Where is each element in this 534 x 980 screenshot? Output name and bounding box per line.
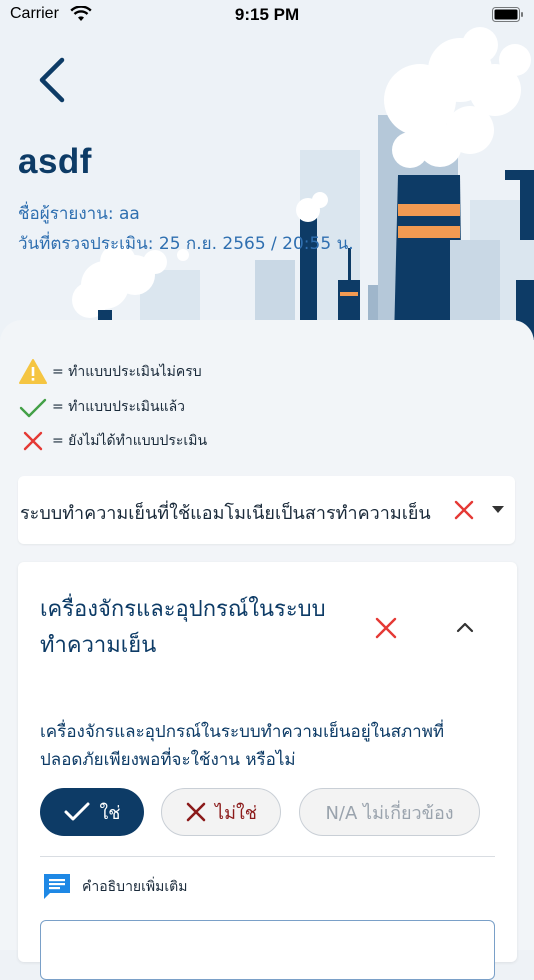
check-icon — [19, 398, 47, 418]
legend-done: = ทำแบบประเมินแล้ว — [18, 393, 185, 421]
clock: 9:15 PM — [234, 5, 300, 24]
answer-yes-button[interactable]: ใช่ — [40, 788, 144, 836]
comment-icon — [44, 874, 70, 899]
note-label: คำอธิบายเพิ่มเติม — [82, 879, 188, 895]
question-text: เครื่องจักรและอุปกรณ์ในระบบทำความเย็นอยู… — [40, 722, 445, 770]
chevron-up-icon[interactable] — [455, 620, 475, 634]
legend-incomplete: = ทำแบบประเมินไม่ครบ — [18, 358, 202, 386]
answer-na-label: N/A ไม่เกี่ยวข้อง — [325, 802, 454, 824]
section-title[interactable]: เครื่องจักรและอุปกรณ์ในระบบทำความเย็น — [40, 592, 360, 664]
cross-icon — [23, 431, 43, 451]
category-selected: ระบบทำความเย็นที่ใช้แอมโมเนียเป็นสารทำคว… — [20, 503, 431, 524]
legend-incomplete-label: = ทำแบบประเมินไม่ครบ — [52, 364, 202, 380]
answer-no-label: ไม่ใช่ — [215, 802, 257, 824]
answer-yes-label: ใช่ — [99, 802, 121, 824]
status-cross-icon — [454, 500, 474, 520]
warning-triangle-icon — [19, 359, 47, 384]
status-bar: Carrier 9:15 PM — [0, 0, 534, 30]
legend-done-label: = ทำแบบประเมินแล้ว — [52, 399, 186, 415]
note-textarea[interactable] — [40, 920, 495, 980]
section-card: เครื่องจักรและอุปกรณ์ในระบบทำความเย็น เค… — [18, 562, 517, 980]
check-icon — [64, 802, 90, 821]
back-button[interactable] — [30, 52, 76, 108]
answer-no-button[interactable]: ไม่ใช่ — [161, 788, 281, 836]
section-status-cross-icon — [375, 617, 397, 639]
answer-na-button[interactable]: N/A ไม่เกี่ยวข้อง — [299, 788, 480, 836]
caret-down-icon — [492, 506, 504, 513]
battery-icon — [492, 7, 523, 22]
divider — [40, 856, 495, 857]
inspection-date: วันที่ตรวจประเมิน: 25 ก.ย. 2565 / 20:55 … — [18, 234, 354, 254]
legend-not-done-label: = ยังไม่ได้ทำแบบประเมิน — [52, 433, 208, 449]
cross-icon — [186, 802, 206, 822]
legend-not-done: = ยังไม่ได้ทำแบบประเมิน — [18, 427, 207, 455]
category-dropdown[interactable]: ระบบทำความเย็นที่ใช้แอมโมเนียเป็นสารทำคว… — [18, 476, 515, 544]
report-title: asdf — [18, 142, 92, 181]
reporter-name: ชื่อผู้รายงาน: aa — [18, 204, 140, 224]
